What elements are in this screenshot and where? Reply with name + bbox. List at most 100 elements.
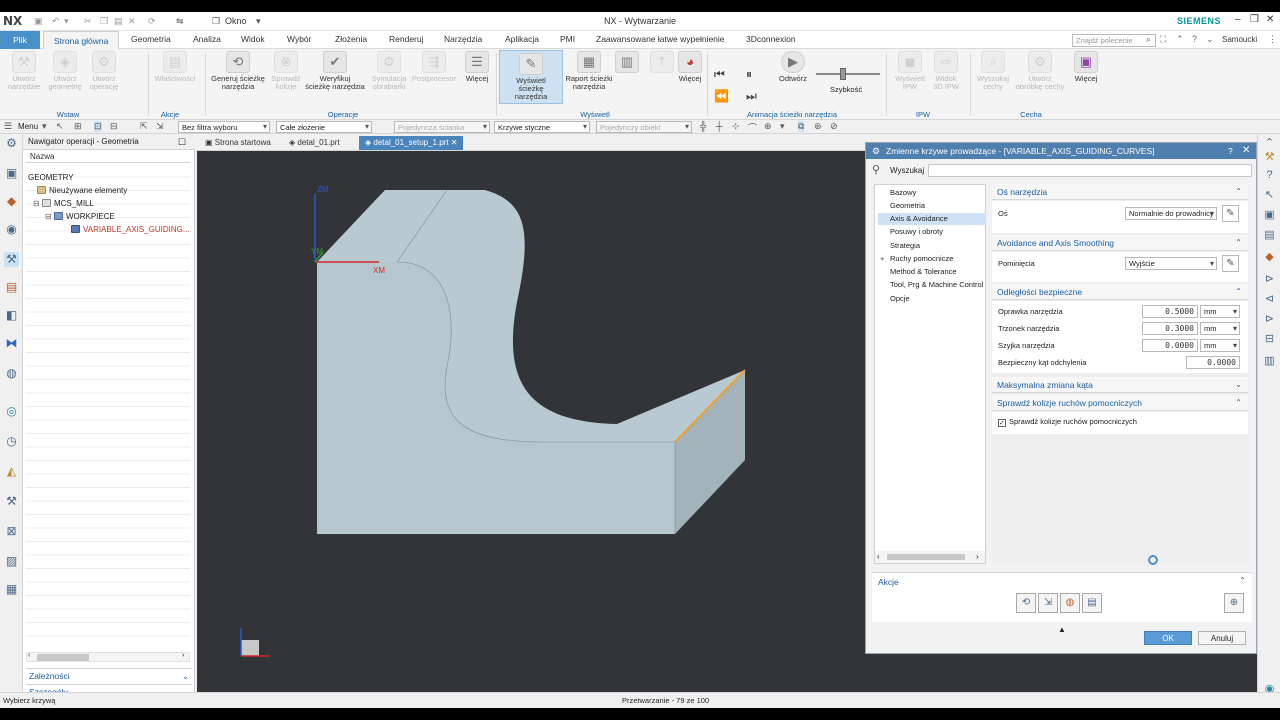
tab-analysis[interactable]: Analiza (193, 34, 221, 44)
category-axis-avoidance[interactable]: Axis & Avoidance (878, 213, 986, 225)
speed-slider[interactable] (816, 73, 880, 75)
assembly-navigator-icon[interactable]: ◆ (4, 194, 19, 209)
cancel-button[interactable]: Anuluj (1198, 631, 1246, 645)
tab-geometry[interactable]: Geometria (131, 34, 171, 44)
select-unlock-icon[interactable]: ⇲ (156, 121, 164, 132)
machining-feature-navigator-icon[interactable]: ◧ (4, 308, 19, 323)
snap-mid-icon[interactable]: ⊹ (732, 121, 740, 132)
scroll-up-icon[interactable]: ⌃ (1262, 136, 1277, 151)
web-browser-icon[interactable]: ◎ (4, 404, 19, 419)
category-strategy[interactable]: Strategia (878, 240, 986, 252)
tree-item-mcs-mill[interactable]: ⊟ MCS_MILL (33, 198, 94, 210)
tab-file[interactable]: Plik (0, 31, 40, 49)
fullscreen-icon[interactable]: ⛶ (1160, 34, 1166, 45)
properties-button[interactable]: ▤ Właściwości (152, 51, 198, 83)
category-feeds-speeds[interactable]: Posuwy i obroty (878, 226, 986, 238)
tab-3dconnexion[interactable]: 3Dconnexion (746, 34, 796, 44)
restore-icon[interactable]: ❐ (1250, 14, 1259, 25)
scroll-right-icon[interactable]: › (976, 552, 979, 561)
avoidance-wrench-icon[interactable]: ✎ (1222, 255, 1239, 272)
tab-tools[interactable]: Narzędzia (444, 34, 482, 44)
face-rule-select[interactable]: Pojedyncza ścianka (394, 121, 490, 133)
help-icon[interactable]: ? (1192, 34, 1197, 44)
machine-simulation-button[interactable]: ⚙ Symulacja obrabiarki (367, 51, 411, 91)
orient-dropdown-icon[interactable]: ▾ (780, 121, 785, 132)
neck-clearance-unit[interactable]: mm (1200, 339, 1240, 352)
minimize-icon[interactable]: – (1235, 14, 1241, 25)
doc-tab-detal-01-setup[interactable]: ◈ detal_01_setup_1.prt ✕ (359, 136, 464, 150)
more-feature-button[interactable]: ▣ Więcej (1070, 51, 1102, 83)
tab-application[interactable]: Aplikacja (505, 34, 539, 44)
operation-navigator-icon[interactable]: ⚒ (4, 252, 19, 267)
tree-item-geometry[interactable]: GEOMETRY (28, 172, 74, 184)
minimize-ribbon-icon[interactable]: ⌄ (1206, 34, 1214, 45)
safe-tilt-input[interactable]: 0.0000 (1186, 356, 1240, 369)
category-method-tolerance[interactable]: Method & Tolerance (878, 266, 986, 278)
skip-select[interactable]: Wyjście (1125, 257, 1217, 270)
graphics-viewport[interactable]: ZM YM XM (197, 142, 865, 692)
shank-clearance-input[interactable]: 0.3000 (1142, 322, 1198, 335)
column-header-name[interactable]: Nazwa (26, 151, 190, 163)
constraint-navigator-icon[interactable]: ◉ (4, 222, 19, 237)
doc-tab-start-page[interactable]: ▣ Strona startowa (199, 136, 277, 150)
dependencies-section[interactable]: Zależności ⌄ (26, 668, 192, 683)
manufacturing-wizard-icon[interactable]: ⊠ (4, 524, 19, 539)
tab-view[interactable]: Widok (241, 34, 265, 44)
settings-gear-icon[interactable]: ⚙ (872, 143, 880, 159)
generate-action-button[interactable]: ⟲ (1016, 593, 1036, 613)
clipboard-icon[interactable]: ▥ (1262, 354, 1277, 369)
postprocessor-button[interactable]: ⇶ Postprocesor (410, 51, 458, 83)
wireframe-icon[interactable]: ⊛ (814, 121, 822, 132)
command-search-input[interactable]: Znajdź polecenie (1072, 34, 1156, 47)
menu-icon[interactable]: ☰ (4, 121, 12, 132)
move-up-button[interactable]: ⇡ (650, 51, 674, 75)
selection-arrow-icon[interactable]: ↖ (56, 121, 64, 132)
neck-clearance-input[interactable]: 0.0000 (1142, 339, 1198, 352)
axis-edit-wrench-icon[interactable]: ✎ (1222, 205, 1239, 222)
category-non-cutting-moves[interactable]: + Ruchy pomocnicze (878, 253, 986, 265)
scrollbar-thumb[interactable] (887, 554, 965, 560)
reuse-library-icon[interactable]: ⧓ (4, 336, 19, 351)
list-action-button[interactable]: ▤ (1082, 593, 1102, 613)
scrollbar-thumb[interactable] (37, 654, 89, 661)
holder-clearance-input[interactable]: 0.5000 (1142, 305, 1198, 318)
display-toolpath-button[interactable]: ✎ Wyświetl ścieżkę narzędzia (499, 50, 563, 104)
navigator-pin-icon[interactable]: ☐ (178, 137, 186, 148)
tab-assemblies[interactable]: Złożenia (335, 34, 367, 44)
doc-tab-detal-01[interactable]: ◈ detal_01.prt (283, 136, 346, 150)
section-tool-axis[interactable]: Oś narzędzia ⌃ (992, 184, 1248, 200)
dialog-search-input[interactable] (928, 164, 1252, 177)
scroll-left-icon[interactable]: ‹ (28, 652, 30, 659)
category-tool-program-machine[interactable]: Tool, Prg & Machine Control (878, 279, 986, 291)
collapse-icon[interactable]: ▲ (1058, 625, 1066, 634)
replay-action-button[interactable]: ⇲ (1038, 593, 1058, 613)
dialog-title-bar[interactable]: ⚙ Zmienne krzywe prowadzące - [VARIABLE_… (866, 143, 1256, 159)
tab-close-icon[interactable]: ✕ (449, 138, 458, 147)
object-rule-select[interactable]: Pojedynczy obiekt (596, 121, 692, 133)
generate-toolpath-button[interactable]: ⟲ Generuj ścieżkę narzędzia (209, 51, 267, 91)
hd3d-tools-icon[interactable]: ◍ (4, 366, 19, 381)
ruler-icon[interactable]: ⊟ (1262, 332, 1277, 347)
scroll-left-icon[interactable]: ‹ (877, 552, 880, 561)
step-forward-icon[interactable]: ⏭ (746, 89, 757, 104)
tree-item-operation[interactable]: VARIABLE_AXIS_GUIDING... (71, 224, 190, 236)
speed-slider-handle[interactable] (840, 68, 846, 80)
tab-render[interactable]: Renderuj (389, 34, 424, 44)
play-forward-icon[interactable]: ⊳ (1262, 272, 1277, 287)
tree-item-unused[interactable]: Nieużywane elementy (37, 185, 127, 197)
snap-grid-icon[interactable]: ⊟ (110, 121, 118, 132)
axis-select[interactable]: Normalnie do prowadnicy (1125, 207, 1217, 220)
category-options[interactable]: Opcje (878, 293, 986, 305)
chevron-up-icon[interactable]: ⌃ (1239, 576, 1246, 585)
create-feature-machining-button[interactable]: ⚙ Utwórz obróbkę cechy (1012, 51, 1068, 91)
tool-icon[interactable]: ⚒ (1262, 150, 1277, 165)
more-operations-button[interactable]: ☰ Więcej (461, 51, 493, 83)
table-icon[interactable]: ▦ (4, 582, 19, 597)
snap-point-icon[interactable]: ╬ (700, 121, 706, 131)
layer-icon[interactable]: ▣ (1262, 208, 1277, 223)
system-materials-icon[interactable]: ◭ (4, 464, 19, 479)
check-collisions-button[interactable]: ⊗ Sprawdź kolizje (268, 51, 304, 91)
close-icon[interactable]: ✕ (1266, 14, 1274, 25)
checkbox-checked-icon[interactable]: ✓ (998, 419, 1006, 427)
process-studio-icon[interactable]: ⚒ (4, 494, 19, 509)
